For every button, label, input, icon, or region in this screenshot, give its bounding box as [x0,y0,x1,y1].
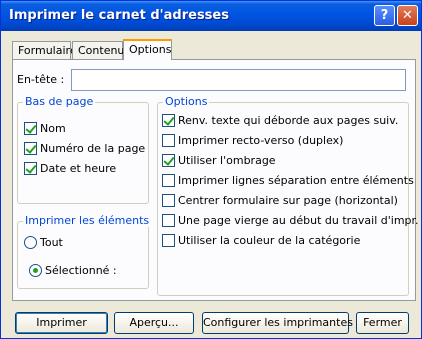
footer-group: Bas de page Nom Numéro de la page Date e… [17,95,149,204]
separator-lines-label[interactable]: Imprimer lignes séparation entre élément… [178,174,414,187]
wrap-text-checkbox[interactable] [162,114,175,127]
duplex-label[interactable]: Imprimer recto-verso (duplex) [178,134,343,147]
category-color-label[interactable]: Utiliser la couleur de la catégorie [178,234,360,247]
print-all-radio[interactable] [24,236,37,249]
footer-page-number-label[interactable]: Numéro de la page [40,142,145,155]
print-items-group-title: Imprimer les éléments [23,214,152,227]
duplex-checkbox[interactable] [162,134,175,147]
help-button[interactable]: ? [374,5,395,26]
header-input[interactable] [71,69,406,91]
configure-printers-button[interactable]: Configurer les imprimantes [202,312,353,334]
tab-formulaire[interactable]: Formulaire [12,41,77,59]
blank-page-checkbox[interactable] [162,214,175,227]
footer-page-number-checkbox[interactable] [24,142,37,155]
footer-date-time-label[interactable]: Date et heure [40,162,116,175]
center-form-checkbox[interactable] [162,194,175,207]
footer-name-label[interactable]: Nom [40,122,66,135]
footer-group-title: Bas de page [23,95,96,108]
shading-label[interactable]: Utiliser l'ombrage [178,154,276,167]
close-window-button[interactable]: ✕ [397,5,418,26]
footer-date-time-checkbox[interactable] [24,162,37,175]
print-selected-label[interactable]: Sélectionné : [45,264,117,277]
header-label: En-tête : [17,73,65,86]
print-address-book-dialog: Imprimer le carnet d'adresses ? ✕ Formul… [0,0,422,339]
center-form-label[interactable]: Centrer formulaire sur page (horizontal) [178,194,398,207]
tab-contenu[interactable]: Contenu [72,41,124,59]
window-title: Imprimer le carnet d'adresses [9,8,229,23]
tab-options[interactable]: Options [123,39,172,60]
blank-page-label[interactable]: Une page vierge au début du travail d'im… [178,214,419,227]
options-tab-panel: En-tête : Bas de page Nom Numéro de la p… [12,59,419,301]
print-items-group: Imprimer les éléments Tout Sélectionné : [17,214,152,289]
options-group: Options Renv. texte qui déborde aux page… [157,95,419,296]
options-group-title: Options [163,95,210,108]
close-button[interactable]: Fermer [356,312,409,334]
title-bar[interactable]: Imprimer le carnet d'adresses ? ✕ [1,1,421,31]
print-button[interactable]: Imprimer [15,312,108,334]
category-color-checkbox[interactable] [162,234,175,247]
footer-name-checkbox[interactable] [24,122,37,135]
print-selected-radio[interactable] [29,264,42,277]
print-all-label[interactable]: Tout [40,236,63,249]
shading-checkbox[interactable] [162,154,175,167]
separator-lines-checkbox[interactable] [162,174,175,187]
preview-button[interactable]: Aperçu... [114,312,194,334]
wrap-text-label[interactable]: Renv. texte qui déborde aux pages suiv. [178,114,398,127]
